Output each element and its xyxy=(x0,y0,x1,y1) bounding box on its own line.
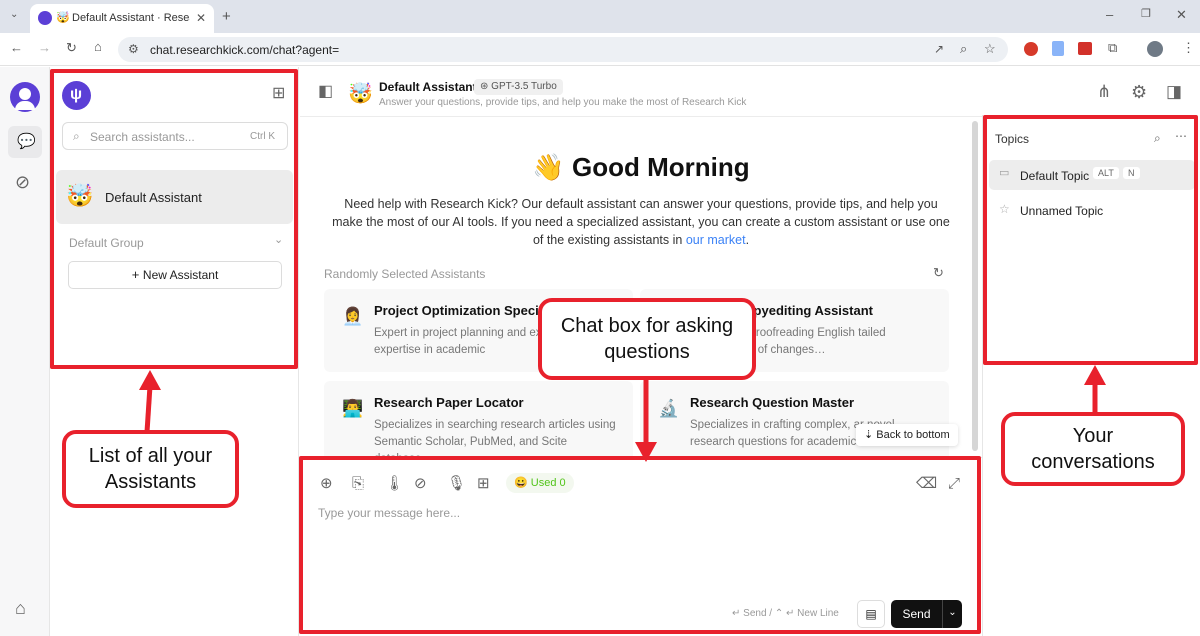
annotation-conversations: Your conversations xyxy=(1001,412,1185,486)
annotation-assistants-list-text: List of all your Assistants xyxy=(88,445,213,493)
annotation-assistants-list: List of all your Assistants xyxy=(62,430,239,508)
annotation-conversations-text: Your conversations xyxy=(1031,425,1155,473)
annotation-chat-box-text: Chat box for asking questions xyxy=(560,315,734,363)
annotation-chat-box: Chat box for asking questions xyxy=(538,298,756,380)
